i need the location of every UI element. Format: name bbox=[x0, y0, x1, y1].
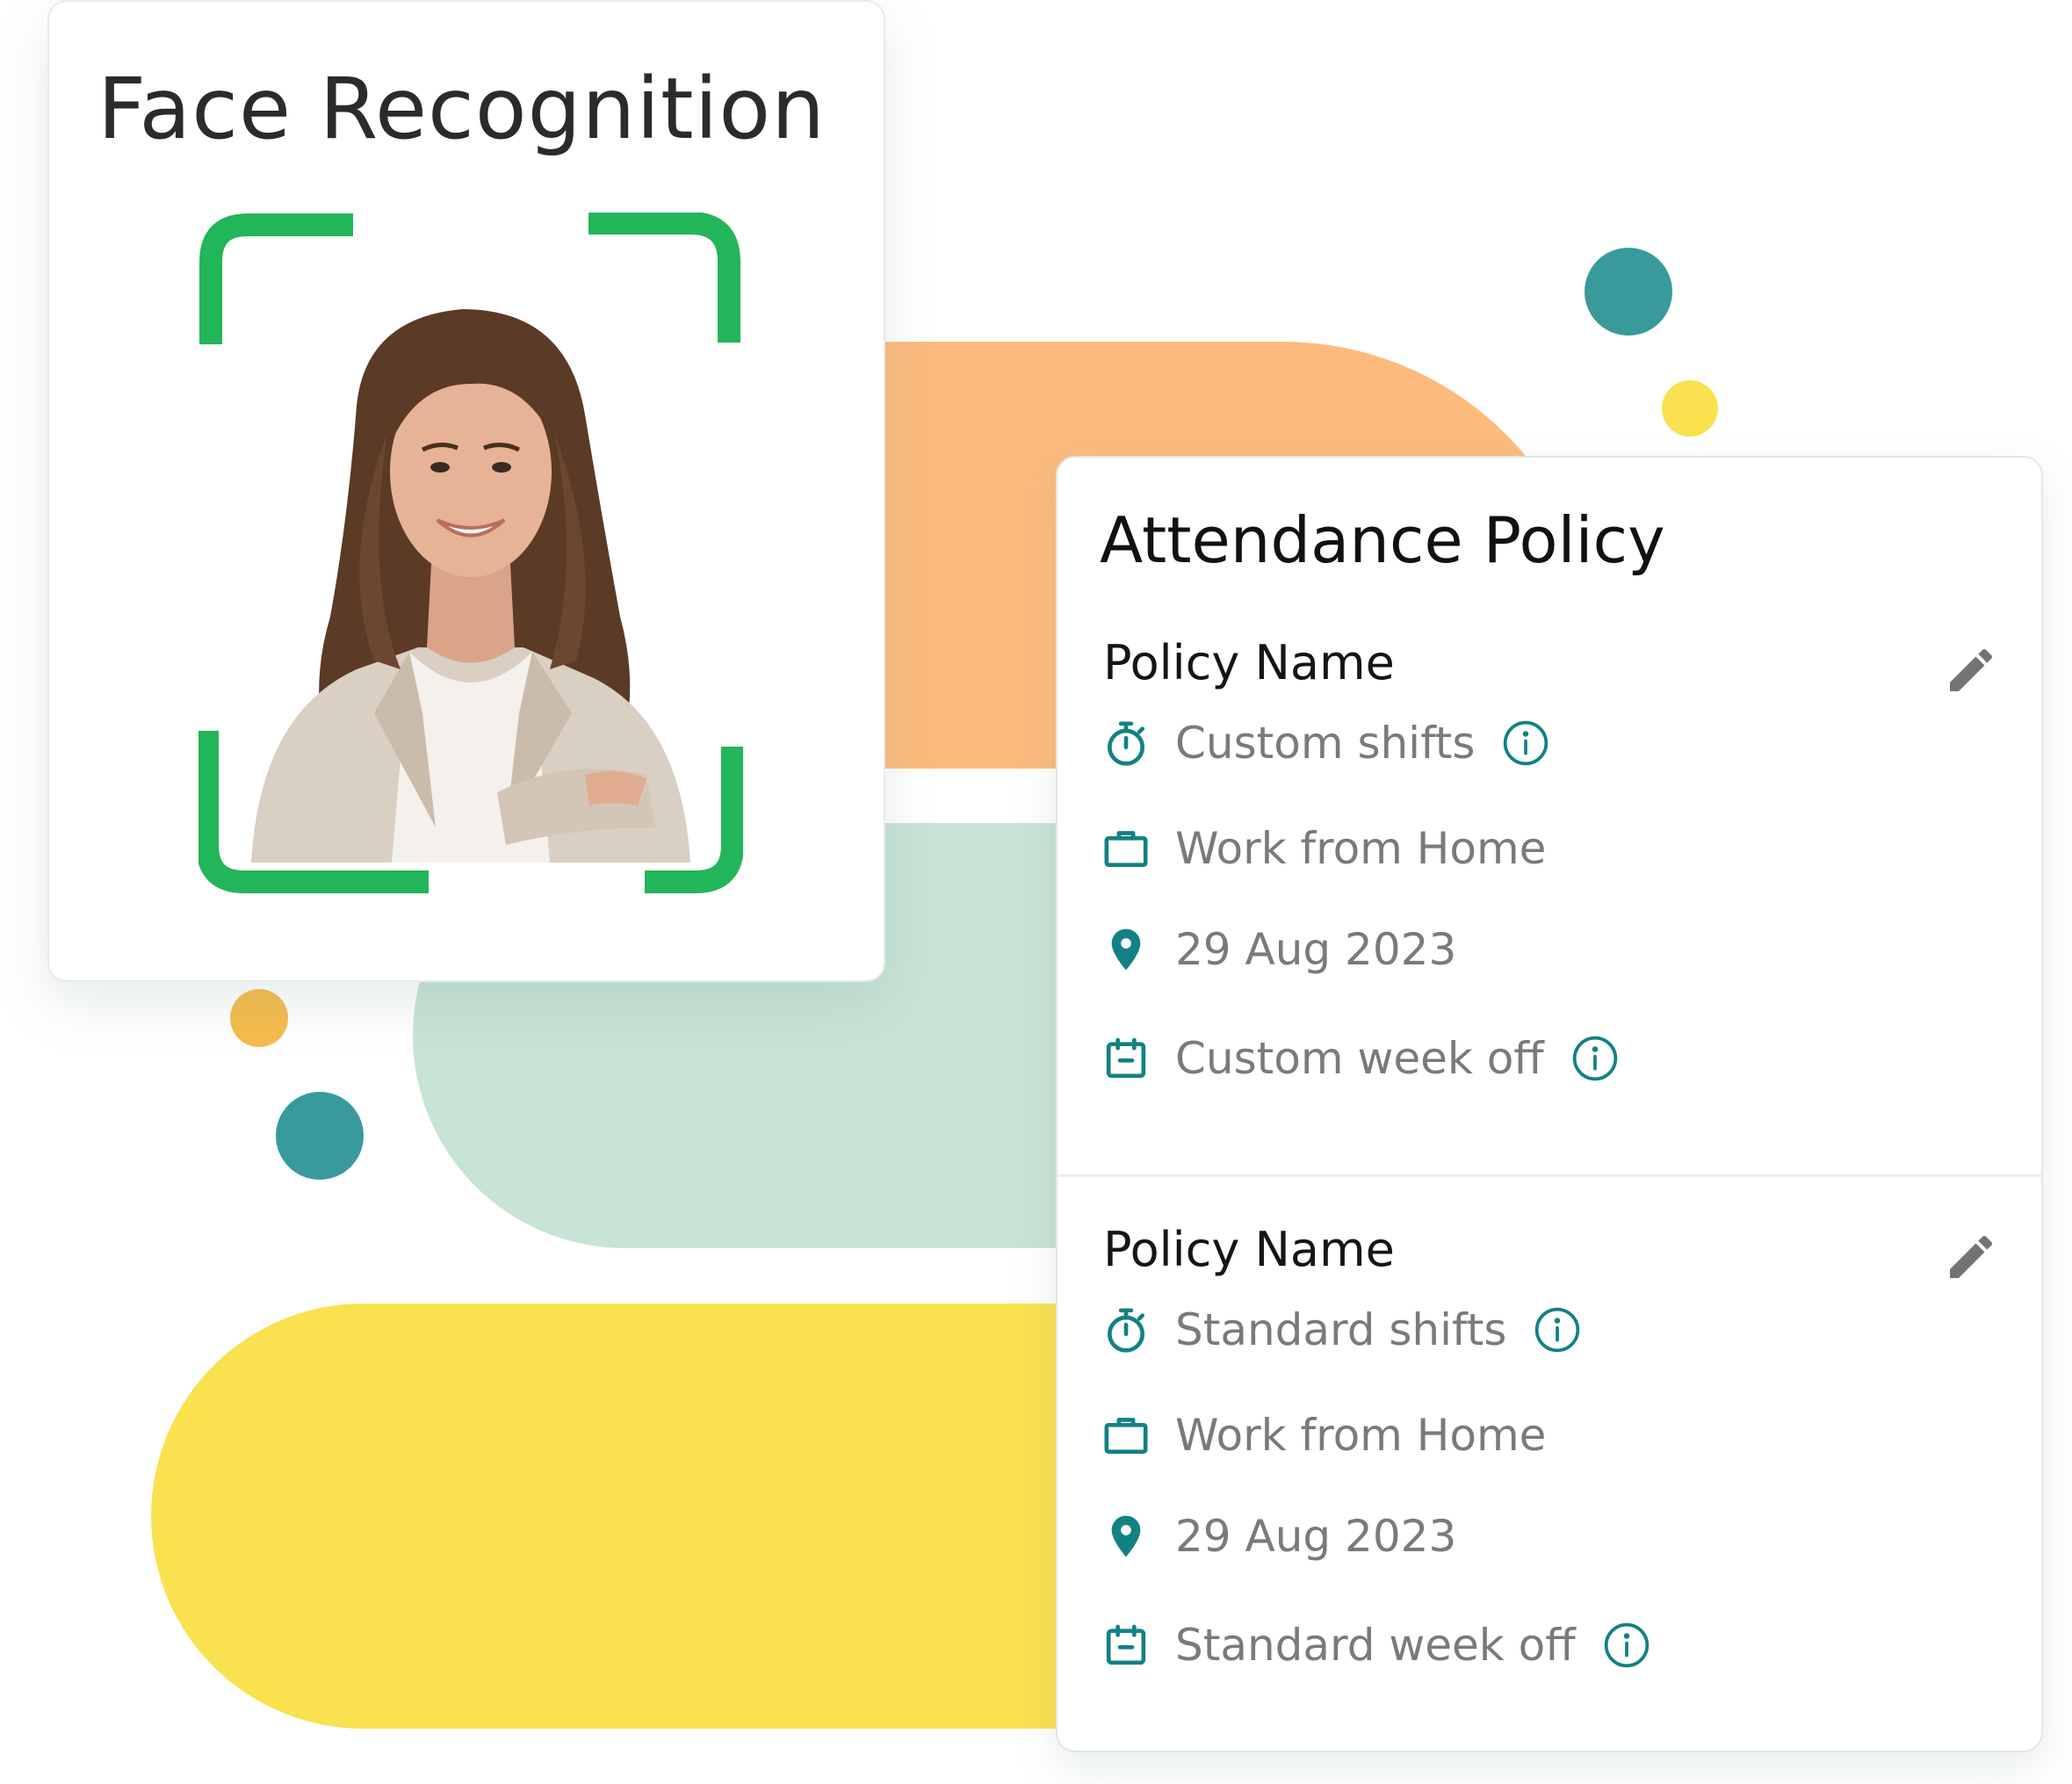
section-divider bbox=[1058, 1174, 2041, 1177]
shift-row: Standard shifts bbox=[1101, 1295, 1582, 1365]
date-label: 29 Aug 2023 bbox=[1175, 924, 1457, 975]
week-off-label: Custom week off bbox=[1175, 1033, 1544, 1084]
work-mode-label: Work from Home bbox=[1175, 1410, 1547, 1461]
info-icon[interactable] bbox=[1602, 1621, 1651, 1670]
policy-name: Policy Name bbox=[1103, 1222, 1395, 1277]
date-row: 29 Aug 2023 bbox=[1101, 914, 1456, 985]
stopwatch-icon bbox=[1101, 1305, 1151, 1354]
pencil-icon[interactable] bbox=[1943, 642, 1999, 698]
week-off-label: Standard week off bbox=[1175, 1620, 1576, 1671]
attendance-policy-title: Attendance Policy bbox=[1100, 503, 1665, 577]
yellow-background-shape bbox=[151, 1304, 1082, 1729]
location-pin-icon bbox=[1101, 1512, 1151, 1561]
info-icon[interactable] bbox=[1570, 1034, 1620, 1083]
shift-label: Standard shifts bbox=[1175, 1304, 1507, 1355]
yellow-dot bbox=[1662, 380, 1718, 437]
shift-row: Custom shifts bbox=[1101, 708, 1550, 778]
pencil-icon[interactable] bbox=[1943, 1229, 1999, 1285]
info-icon[interactable] bbox=[1533, 1305, 1582, 1354]
briefcase-icon bbox=[1101, 1411, 1151, 1460]
teal-dot bbox=[276, 1092, 364, 1180]
teal-dot bbox=[1585, 248, 1672, 336]
date-label: 29 Aug 2023 bbox=[1175, 1511, 1457, 1562]
stopwatch-icon bbox=[1101, 719, 1151, 768]
face-recognition-title: Face Recognition bbox=[97, 60, 826, 158]
location-pin-icon bbox=[1101, 925, 1151, 974]
calendar-icon bbox=[1101, 1034, 1151, 1083]
date-row: 29 Aug 2023 bbox=[1101, 1501, 1456, 1571]
policy-name: Policy Name bbox=[1103, 635, 1395, 690]
shift-label: Custom shifts bbox=[1175, 718, 1476, 769]
briefcase-icon bbox=[1101, 824, 1151, 873]
orange-dot bbox=[230, 989, 288, 1047]
work-mode-label: Work from Home bbox=[1175, 823, 1547, 874]
info-icon[interactable] bbox=[1501, 719, 1550, 768]
attendance-policy-card: Attendance Policy Policy Name Custom shi… bbox=[1056, 456, 2043, 1752]
week-off-row: Standard week off bbox=[1101, 1610, 1651, 1680]
work-mode-row: Work from Home bbox=[1101, 1400, 1546, 1470]
face-scan-frame bbox=[199, 213, 743, 893]
calendar-icon bbox=[1101, 1621, 1151, 1670]
week-off-row: Custom week off bbox=[1101, 1023, 1620, 1094]
face-recognition-card: Face Recognition bbox=[47, 0, 885, 982]
work-mode-row: Work from Home bbox=[1101, 813, 1546, 884]
